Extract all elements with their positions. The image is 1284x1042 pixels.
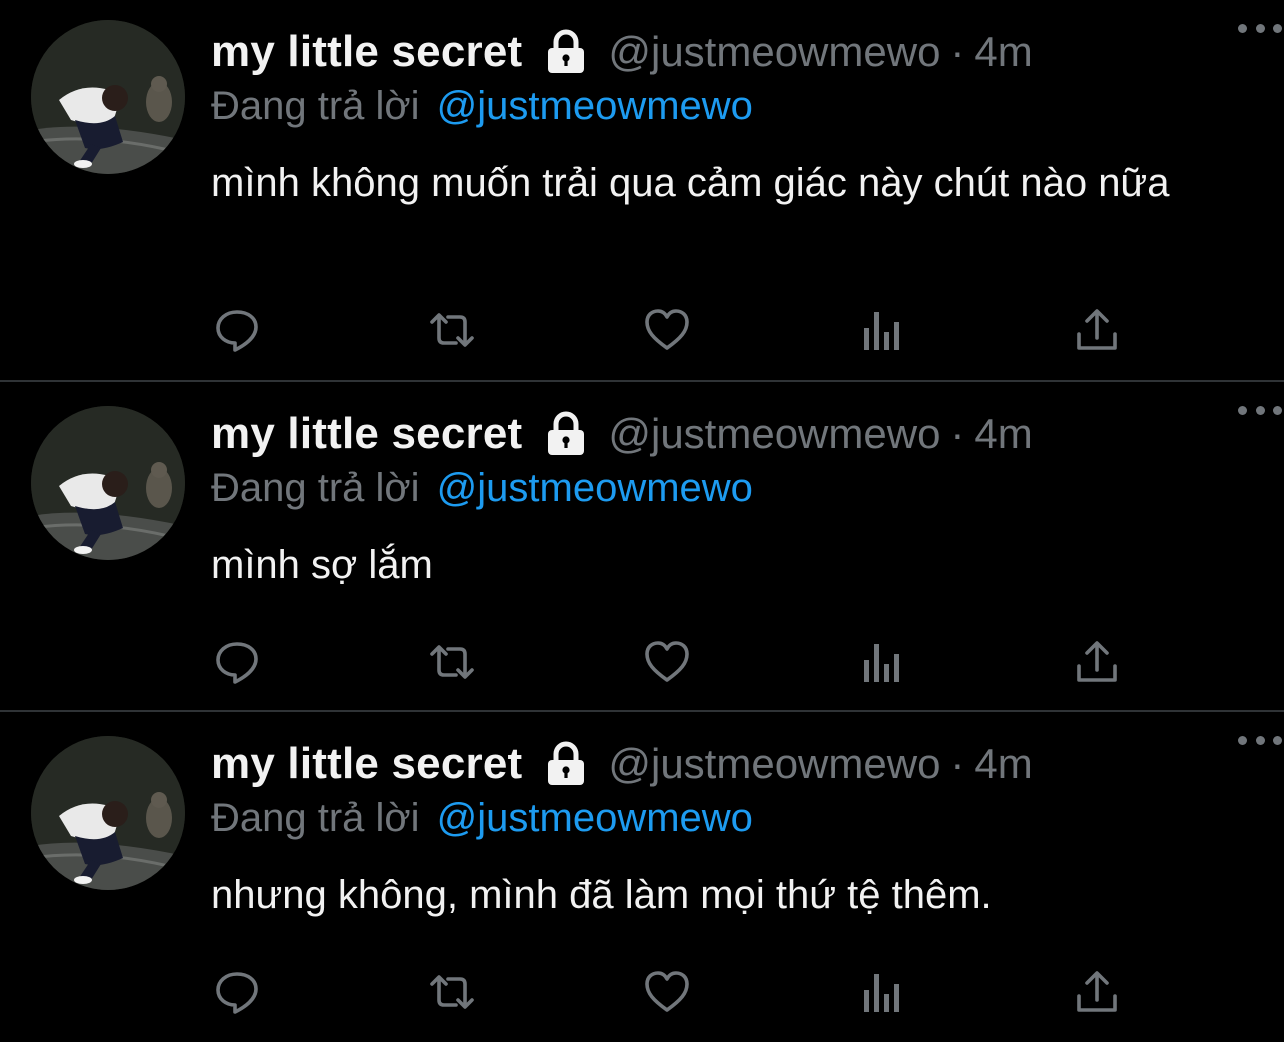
separator: ·	[950, 28, 965, 75]
lock-icon	[548, 741, 585, 785]
retweet-icon	[430, 975, 474, 1009]
tweet-header: my little secret @justmeowmewo · 4m	[211, 404, 1244, 464]
more-icon[interactable]	[1238, 730, 1282, 750]
reply-icon	[216, 310, 258, 352]
avatar[interactable]	[31, 406, 185, 560]
share-icon	[1077, 641, 1117, 682]
separator: ·	[950, 740, 965, 787]
views-button[interactable]	[856, 638, 908, 686]
username[interactable]: @justmeowmewo	[608, 740, 940, 788]
avatar-image	[31, 406, 185, 560]
timeline: my little secret @justmeowmewo · 4m Đang…	[0, 0, 1284, 1042]
retweet-button[interactable]	[426, 638, 478, 686]
avatar[interactable]	[31, 736, 185, 890]
views-button[interactable]	[856, 968, 908, 1016]
reply-mention-link[interactable]: @justmeowmewo	[437, 84, 753, 128]
views-icon	[864, 644, 899, 682]
heart-icon	[645, 971, 689, 1012]
tweet-actions	[211, 638, 1121, 686]
tweet-text: mình không muốn trải qua cảm giác này ch…	[211, 161, 1170, 205]
timestamp[interactable]: 4m	[974, 28, 1032, 76]
like-button[interactable]	[641, 306, 693, 354]
reply-context: Đang trả lời @justmeowmewo	[211, 84, 753, 134]
reply-context: Đang trả lời @justmeowmewo	[211, 466, 753, 516]
avatar[interactable]	[31, 20, 185, 174]
display-name[interactable]: my little secret	[211, 739, 522, 789]
reply-mention-link[interactable]: @justmeowmewo	[437, 466, 753, 510]
more-icon[interactable]	[1238, 18, 1282, 38]
share-button[interactable]	[1071, 968, 1123, 1016]
retweet-icon	[430, 313, 474, 347]
retweet-button[interactable]	[426, 306, 478, 354]
lock-icon	[548, 411, 585, 455]
reply-prefix: Đang trả lời	[211, 84, 420, 128]
like-button[interactable]	[641, 968, 693, 1016]
username[interactable]: @justmeowmewo	[608, 410, 940, 458]
retweet-icon	[430, 645, 474, 679]
reply-icon	[216, 642, 258, 684]
views-icon	[864, 312, 899, 350]
views-icon	[864, 974, 899, 1012]
tweet-text: nhưng không, mình đã làm mọi thứ tệ thêm…	[211, 873, 992, 917]
avatar-image	[31, 736, 185, 890]
like-button[interactable]	[641, 638, 693, 686]
tweet[interactable]: my little secret @justmeowmewo · 4m Đang…	[0, 382, 1284, 710]
heart-icon	[645, 309, 689, 350]
avatar-image	[31, 20, 185, 174]
reply-mention-link[interactable]: @justmeowmewo	[437, 796, 753, 840]
retweet-button[interactable]	[426, 968, 478, 1016]
tweet-text: mình sợ lắm	[211, 543, 433, 587]
tweet-actions	[211, 306, 1121, 354]
reply-prefix: Đang trả lời	[211, 796, 420, 840]
tweet-actions	[211, 968, 1121, 1016]
reply-button[interactable]	[211, 968, 263, 1016]
display-name[interactable]: my little secret	[211, 27, 522, 77]
share-icon	[1077, 971, 1117, 1012]
display-name[interactable]: my little secret	[211, 409, 522, 459]
separator: ·	[950, 410, 965, 457]
timestamp[interactable]: 4m	[974, 410, 1032, 458]
share-icon	[1077, 309, 1117, 350]
username[interactable]: @justmeowmewo	[608, 28, 940, 76]
tweet-header: my little secret @justmeowmewo · 4m	[211, 734, 1244, 794]
lock-icon	[548, 29, 585, 73]
timestamp[interactable]: 4m	[974, 740, 1032, 788]
views-button[interactable]	[856, 306, 908, 354]
reply-button[interactable]	[211, 306, 263, 354]
reply-context: Đang trả lời @justmeowmewo	[211, 796, 753, 846]
reply-icon	[216, 972, 258, 1014]
reply-button[interactable]	[211, 638, 263, 686]
tweet[interactable]: my little secret @justmeowmewo · 4m Đang…	[0, 0, 1284, 380]
heart-icon	[645, 641, 689, 682]
reply-prefix: Đang trả lời	[211, 466, 420, 510]
tweet[interactable]: my little secret @justmeowmewo · 4m Đang…	[0, 712, 1284, 1042]
share-button[interactable]	[1071, 638, 1123, 686]
tweet-header: my little secret @justmeowmewo · 4m	[211, 22, 1244, 82]
share-button[interactable]	[1071, 306, 1123, 354]
more-icon[interactable]	[1238, 400, 1282, 420]
